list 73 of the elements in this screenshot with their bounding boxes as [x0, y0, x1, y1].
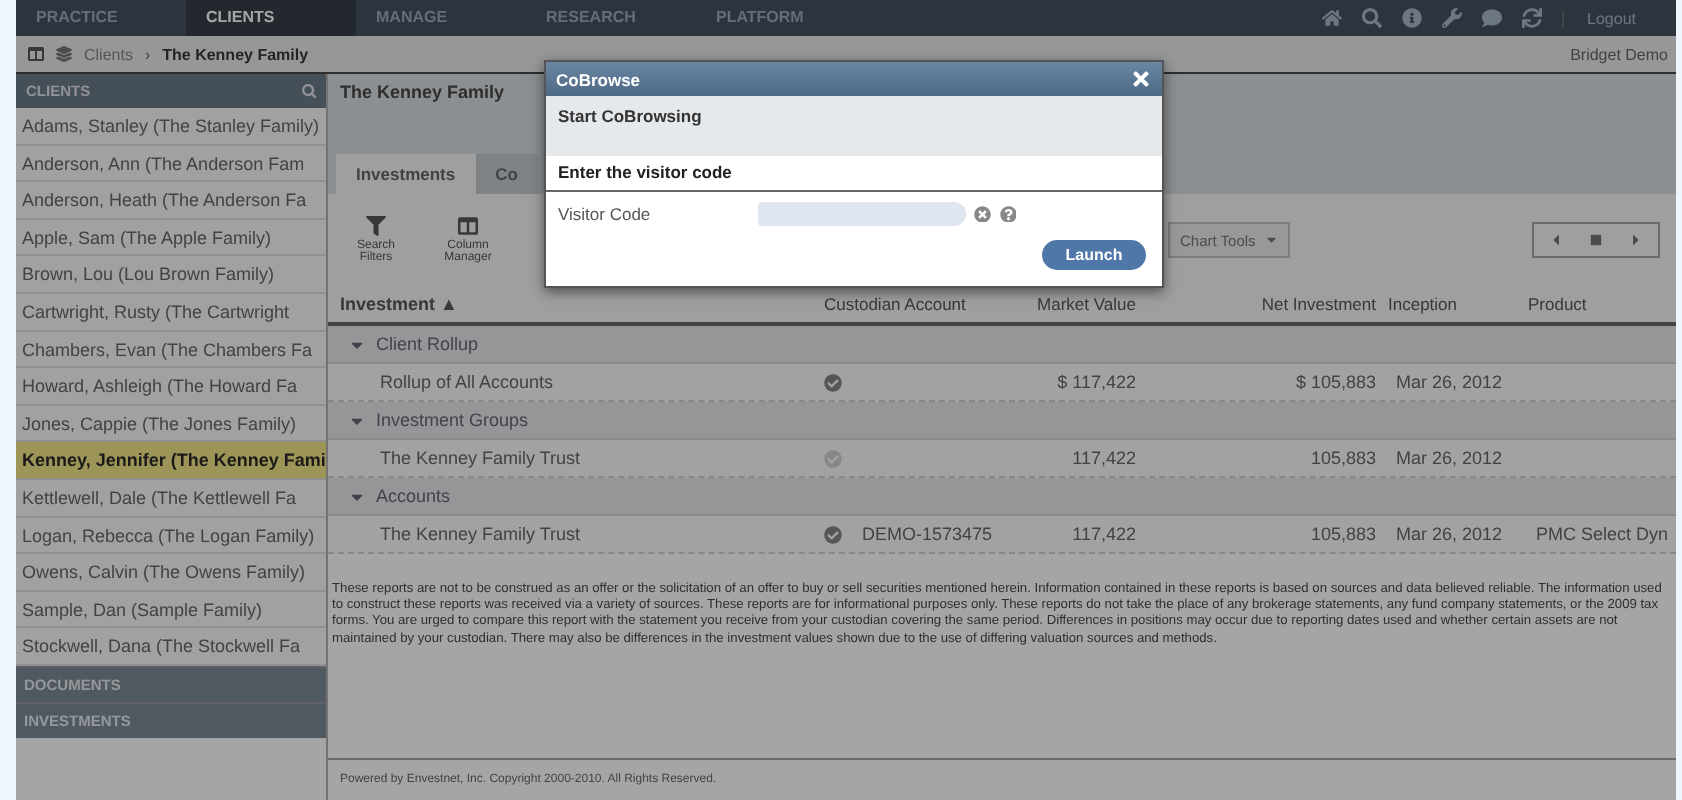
client-item[interactable]: Logan, Rebecca (The Logan Family)	[16, 517, 326, 555]
wrench-icon[interactable]	[1441, 8, 1462, 28]
column-header[interactable]: Investment ▲	[328, 294, 824, 314]
caret-icon	[1263, 232, 1279, 248]
table-cell-text: 105,883	[1308, 524, 1378, 544]
visitor-code-field[interactable]	[758, 202, 966, 226]
client-item[interactable]: Apple, Sam (The Apple Family)	[16, 219, 326, 257]
clear-icon[interactable]	[974, 205, 991, 223]
table-cell-text: Mar 26, 2012	[1394, 372, 1505, 392]
column-header[interactable]: Custodian Account	[824, 294, 1016, 314]
table-cell-text: $ 117,422	[1055, 372, 1138, 392]
filter-icon	[366, 216, 386, 236]
nav-tab[interactable]: RESEARCH	[526, 0, 696, 36]
field-label: Visitor Code	[558, 204, 653, 224]
dialog-heading: Start CoBrowsing	[546, 96, 1162, 156]
search-icon[interactable]	[1361, 8, 1382, 28]
search-icon[interactable]	[301, 83, 316, 99]
client-item[interactable]: Anderson, Ann (The Anderson Fam	[16, 145, 326, 183]
user-name: Bridget Demo	[1570, 45, 1670, 63]
breadcrumb-item[interactable]: Clients	[84, 45, 133, 63]
table-cell-text: $ 105,883	[1293, 372, 1378, 392]
client-item[interactable]: Sample, Dan (Sample Family)	[16, 591, 326, 629]
tab[interactable]: Investments	[336, 154, 476, 194]
logout-link[interactable]: Logout	[1561, 9, 1656, 27]
layers-icon	[56, 46, 72, 62]
table-cell-text: The Kenney Family Trust	[378, 524, 583, 544]
table-cell-text: Rollup of All Accounts	[378, 372, 556, 392]
client-item[interactable]: Kettlewell, Dale (The Kettlewell Fa	[16, 479, 326, 518]
breadcrumb-item: The Kenney Family	[162, 45, 309, 63]
panel-toggle-icon[interactable]	[28, 46, 44, 62]
table-cell-text: The Kenney Family Trust	[378, 448, 583, 468]
table-cell-text: 117,422	[1070, 448, 1138, 468]
nav-tab[interactable]: CLIENTS	[186, 0, 356, 36]
home-icon[interactable]	[1321, 8, 1342, 28]
columns-icon	[458, 216, 478, 236]
chat-icon[interactable]	[1481, 8, 1502, 28]
client-item[interactable]: Adams, Stanley (The Stanley Family)	[16, 108, 326, 146]
nav-tab[interactable]: PRACTICE	[16, 0, 186, 36]
client-item[interactable]: Howard, Ashleigh (The Howard Fa	[16, 368, 326, 406]
breadcrumb-separator: ›	[144, 45, 151, 63]
client-item[interactable]: Kenney, Jennifer (The Kenney Fami	[16, 442, 326, 480]
pager[interactable]	[1532, 222, 1660, 258]
client-item[interactable]: Owens, Calvin (The Owens Family)	[16, 554, 326, 592]
column-header[interactable]: Inception	[1388, 294, 1528, 314]
table-cell-text: Mar 26, 2012	[1394, 448, 1505, 468]
client-item[interactable]: Jones, Cappie (The Jones Family)	[16, 405, 326, 443]
table-cell-text: DEMO-1573475	[860, 524, 995, 544]
launch-button[interactable]: Launch	[1042, 240, 1146, 270]
client-item[interactable]: Stockwell, Dana (The Stockwell Fa	[16, 628, 326, 666]
dialog-title: CoBrowse	[556, 69, 641, 89]
nav-tab[interactable]: PLATFORM	[696, 0, 866, 36]
table-cell-text: PMC Select Dyn	[1534, 524, 1671, 544]
table-cell-text: 105,883	[1308, 448, 1378, 468]
client-item[interactable]: Anderson, Heath (The Anderson Fa	[16, 182, 326, 220]
column-header[interactable]: Net Investment	[1148, 294, 1388, 314]
page-title: The Kenney Family	[340, 82, 505, 102]
table-cell-text: 117,422	[1070, 524, 1138, 544]
nav-tab[interactable]: MANAGE	[356, 0, 526, 36]
dialog-prompt: Enter the visitor code	[546, 156, 1162, 192]
group-row[interactable]: Investment Groups	[328, 402, 1676, 440]
column-header[interactable]: Market Value	[1016, 294, 1148, 314]
tab[interactable]: Co	[475, 154, 538, 194]
column-header[interactable]: Product	[1528, 294, 1676, 314]
table-cell-text: Mar 26, 2012	[1394, 524, 1505, 544]
refresh-icon[interactable]	[1521, 8, 1542, 28]
info-icon[interactable]	[1401, 8, 1422, 28]
client-item[interactable]: Chambers, Evan (The Chambers Fa	[16, 331, 326, 369]
help-icon[interactable]	[999, 205, 1016, 223]
client-item[interactable]: Cartwright, Rusty (The Cartwright	[16, 293, 326, 332]
group-row[interactable]: Client Rollup	[328, 326, 1676, 364]
close-button[interactable]	[1130, 68, 1152, 90]
client-item[interactable]: Brown, Lou (Lou Brown Family)	[16, 256, 326, 294]
group-row[interactable]: Accounts	[328, 478, 1676, 516]
